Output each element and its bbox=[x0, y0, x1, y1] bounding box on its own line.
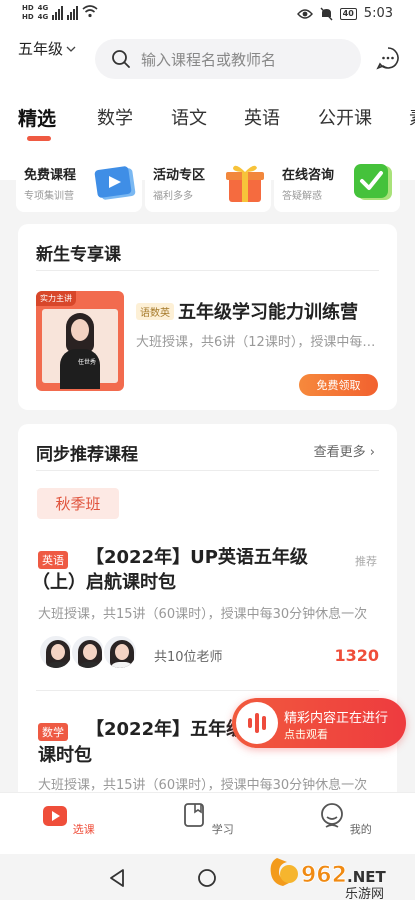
course-price: 1320 bbox=[334, 646, 379, 665]
section-title: 新生专享课 bbox=[36, 245, 121, 265]
section-title: 同步推荐课程 bbox=[36, 445, 138, 465]
live-title: 精彩内容正在进行 bbox=[284, 711, 389, 726]
status-time: 5:03 bbox=[363, 6, 393, 21]
nav-label: 选课 bbox=[72, 823, 95, 836]
network-label-2: 4G bbox=[37, 13, 49, 21]
season-chip[interactable]: 秋季班 bbox=[37, 488, 119, 519]
face-icon bbox=[321, 803, 344, 828]
nav-label: 我的 bbox=[349, 823, 372, 836]
live-floating-button[interactable]: 精彩内容正在进行 点击观看 bbox=[232, 698, 406, 748]
course-title[interactable]: 五年级学习能力训练营 bbox=[178, 298, 358, 324]
chevron-down-icon bbox=[66, 46, 76, 52]
avatar bbox=[102, 634, 138, 670]
tab-quality[interactable]: 素 bbox=[409, 104, 415, 130]
watermark-graphic: 962 .NET 乐游网 bbox=[270, 858, 386, 900]
divider bbox=[36, 470, 379, 471]
search-placeholder: 输入课程名或教师名 bbox=[141, 50, 277, 69]
avatar bbox=[70, 634, 106, 670]
search-bar[interactable]: 输入课程名或教师名 bbox=[95, 39, 361, 79]
eye-icon bbox=[296, 8, 313, 19]
audio-bars-icon bbox=[236, 702, 278, 744]
avatar bbox=[38, 634, 74, 670]
free-claim-button[interactable]: 免费领取 bbox=[299, 374, 378, 396]
check-icon bbox=[354, 164, 392, 200]
course-desc: 大班授课，共15讲（60课时），授课中每30分钟休息一次 bbox=[38, 607, 368, 622]
poster-name: 任世秀 bbox=[78, 359, 97, 366]
course-desc: 大班授课，共6讲（12课时），授课中每30分钟休息 bbox=[136, 335, 380, 350]
back-icon[interactable] bbox=[108, 868, 126, 888]
grade-selector[interactable]: 五年级 bbox=[18, 38, 76, 59]
chevron-right-icon: › bbox=[369, 445, 375, 460]
status-right: 40 5:03 bbox=[296, 6, 393, 21]
tab-chinese[interactable]: 语文 bbox=[171, 104, 207, 130]
signal-icon bbox=[52, 4, 64, 20]
nav-select-course[interactable]: 选课 bbox=[38, 801, 98, 837]
hd-label-2: HD bbox=[22, 13, 34, 21]
subject-tag: 英语 bbox=[38, 551, 68, 569]
signal-icon-2 bbox=[67, 4, 79, 20]
tab-english[interactable]: 英语 bbox=[244, 104, 280, 130]
view-more-link[interactable]: 查看更多 › bbox=[314, 441, 375, 460]
course-desc: 大班授课，共15讲（60课时），授课中每30分钟休息一次 bbox=[38, 778, 368, 793]
play-icon bbox=[94, 166, 136, 200]
teacher-avatars bbox=[38, 634, 158, 672]
grade-label: 五年级 bbox=[18, 40, 64, 58]
tab-open-class[interactable]: 公开课 bbox=[318, 104, 372, 130]
svg-text:962: 962 bbox=[301, 863, 347, 888]
activity-card[interactable]: 活动专区 福利多多 bbox=[145, 152, 271, 212]
course-title-line2[interactable]: （上）启航课时包 bbox=[32, 569, 176, 596]
category-tabs: 精选 数学 语文 英语 公开课 素 bbox=[0, 100, 415, 140]
tab-indicator bbox=[27, 136, 51, 141]
divider bbox=[36, 690, 379, 691]
play-tv-icon bbox=[43, 806, 68, 826]
tab-math[interactable]: 数学 bbox=[97, 104, 133, 130]
gift-icon bbox=[226, 165, 264, 202]
message-icon[interactable] bbox=[376, 46, 400, 70]
book-icon bbox=[184, 803, 205, 827]
subject-badge: 语数英 bbox=[136, 303, 174, 320]
search-icon bbox=[112, 50, 130, 68]
watermark-logo: 962 .NET 乐游网 bbox=[265, 852, 405, 900]
course-poster[interactable]: 实力主讲 任世秀 bbox=[36, 291, 124, 391]
svg-text:乐游网: 乐游网 bbox=[345, 887, 384, 900]
home-icon[interactable] bbox=[197, 868, 217, 888]
quick-cards: 免费课程 专项集训营 活动专区 福利多多 在线咨询 答疑解惑 bbox=[16, 152, 400, 212]
status-bar: HD HD 4G 4G 40 5:03 bbox=[0, 0, 415, 30]
hd-label-1: HD bbox=[22, 4, 34, 12]
new-student-section: 新生专享课 实力主讲 任世秀 语数英 五年级学习能力训练营 大班授课，共6讲（1… bbox=[18, 224, 397, 410]
nav-label: 学习 bbox=[211, 823, 234, 836]
mute-icon bbox=[320, 7, 333, 20]
recommend-label: 推荐 bbox=[355, 555, 377, 568]
bottom-nav: 选课 学习 我的 bbox=[0, 792, 415, 854]
divider bbox=[36, 270, 379, 271]
subject-tag: 数学 bbox=[38, 723, 68, 741]
nav-mine[interactable]: 我的 bbox=[315, 801, 375, 837]
poster-tag: 实力主讲 bbox=[36, 291, 76, 306]
live-subtitle: 点击观看 bbox=[284, 728, 328, 741]
view-more-label: 查看更多 bbox=[313, 445, 366, 460]
course-title-line2[interactable]: 课时包 bbox=[38, 742, 92, 769]
consult-card[interactable]: 在线咨询 答疑解惑 bbox=[274, 152, 400, 212]
course-title-line1[interactable]: 【2022年】五年级 bbox=[86, 716, 244, 743]
svg-text:.NET: .NET bbox=[347, 868, 386, 886]
tab-featured[interactable]: 精选 bbox=[18, 104, 56, 131]
course-title-line1[interactable]: 【2022年】UP英语五年级 bbox=[86, 544, 308, 571]
network-label-1: 4G bbox=[37, 4, 49, 12]
nav-study[interactable]: 学习 bbox=[177, 801, 237, 837]
teacher-photo bbox=[56, 313, 104, 389]
signal-group: HD HD 4G 4G bbox=[22, 4, 98, 21]
teacher-count: 共10位老师 bbox=[154, 650, 223, 665]
free-course-card[interactable]: 免费课程 专项集训营 bbox=[16, 152, 142, 212]
battery-icon: 40 bbox=[339, 7, 357, 20]
wifi-icon bbox=[82, 5, 98, 18]
